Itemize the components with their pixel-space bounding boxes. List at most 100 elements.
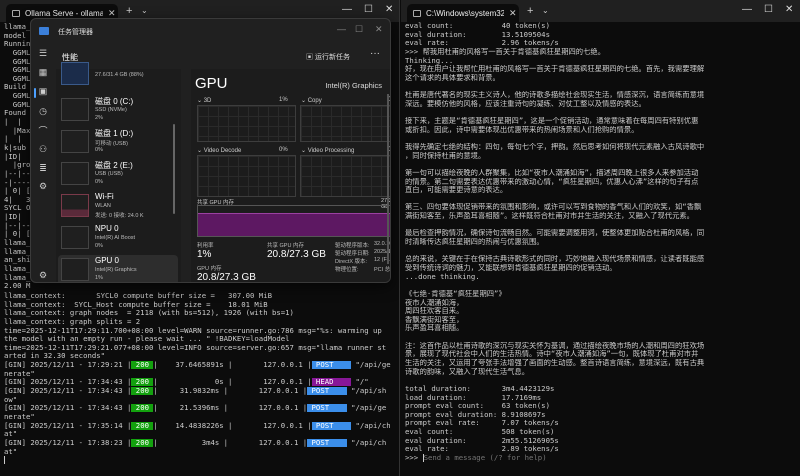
terminal-line: eval rate: 2.96 tokens/s [405, 39, 559, 48]
gin-prefix: [GIN] 2025/12/11 - 17:34:43 | [4, 404, 132, 413]
terminal-line: load duration: 17.7169ms [405, 393, 542, 402]
startup-apps-icon[interactable]: ⌒ [37, 124, 49, 137]
terminal-output-log: llama_context: SYCL0 compute buffer size… [4, 292, 396, 465]
window-title: 任务管理器 [58, 29, 93, 36]
terminal-line: 满街知客至，乐声盈耳喜相随”。这样既符合杜甫对市井生活的关注，又融入了现代元素。 [405, 212, 694, 221]
terminal-line: at" [4, 430, 18, 439]
device-item[interactable]: Wi-Fi WLAN 发送: 0 接收: 24.0 K [58, 191, 178, 221]
device-thumbnail [61, 194, 89, 217]
processes-icon[interactable]: ▦ [37, 67, 49, 78]
gin-log-line: [GIN] 2025/12/11 - 17:34:43 | 200 | 21.5… [4, 404, 396, 413]
device-thumbnail [61, 258, 89, 281]
more-options-button[interactable]: ··· [370, 48, 380, 59]
terminal-line: 好，现在用户让我帮忙用杜甫的风格写一首关于肯德基疯狂星期四的七绝。首先，我需要理… [405, 65, 705, 74]
graph-3d[interactable] [197, 105, 296, 142]
gin-log-line: [GIN] 2025/12/11 - 17:29:21 | 200 | 37.6… [4, 361, 396, 370]
graph-label-3d: ⌄ 3D [197, 98, 212, 104]
device-name: 磁盘 0 (C:) [95, 97, 134, 106]
terminal-line: at" [4, 447, 18, 456]
gin-latency: | 3m4s | 127.0.0.1 | [153, 438, 308, 447]
terminal-line: eval rate: 2.89 tokens/s [405, 445, 559, 454]
terminal-line: 诗歌的韵味，又融入了现代生活气息。 [405, 367, 530, 376]
device-name: 磁盘 1 (D:) [95, 129, 134, 138]
close-tab-icon[interactable]: ✕ [509, 8, 517, 19]
new-tab-button[interactable]: + [527, 5, 533, 17]
minimize-button[interactable]: — [742, 4, 752, 15]
terminal-line: 夜市人潮涌如海， [405, 298, 464, 307]
terminal-line: 生活的关注，又运用了夸张手法增强了画面的生动感。整首诗语言简练，意境深远，既有古… [405, 358, 705, 367]
device-item[interactable]: 磁盘 0 (C:) SSD (NVMe) 2% [58, 95, 178, 125]
graph-video-processing[interactable] [300, 155, 390, 197]
maximize-button[interactable]: ☐ [355, 24, 363, 35]
terminal-line: 总的来说，关键在于在保持古典诗歌形式的同时，巧妙地融入现代场景和情感，让读者既能… [405, 255, 705, 264]
method-badge: POST [307, 387, 347, 396]
close-button[interactable]: ✕ [385, 4, 393, 15]
close-button[interactable]: ✕ [785, 4, 793, 15]
terminal-icon [12, 9, 20, 17]
gin-path: "/api/ch [351, 421, 391, 430]
close-tab-icon[interactable]: ✕ [108, 8, 116, 19]
details-icon[interactable]: ≣ [37, 163, 49, 174]
terminal-line: arted in 32.30 seconds" [4, 352, 106, 361]
status-badge: 200 [131, 378, 154, 387]
terminal-line: 这个请求的具体要求和背景。 [405, 73, 500, 82]
device-thumbnail [61, 62, 89, 85]
minimize-button[interactable]: — [337, 24, 346, 34]
status-badge: 200 [131, 404, 154, 413]
terminal-line: 接下来，主题是“肯德基疯狂星期四”，这是一个促销活动，通常意味着在每周四有特别优… [405, 117, 699, 126]
gin-path: "/api/ch [346, 438, 387, 447]
terminal-line: 乐声盈耳喜相随。 [405, 324, 464, 333]
device-item[interactable]: 27.6/31.4 GB (88%) [58, 59, 178, 89]
maximize-button[interactable]: ☐ [364, 4, 373, 15]
device-item[interactable]: NPU 0 Intel(R) AI Boost 0% [58, 223, 178, 253]
terminal-line: nerate" [4, 369, 35, 378]
terminal-line: llama_context: SYCL_Host compute buffer … [4, 300, 268, 309]
maximize-button[interactable]: ☐ [764, 4, 773, 15]
menu-icon[interactable]: ☰ [37, 48, 49, 59]
terminal-line: total duration: 3m4.4423129s [405, 384, 555, 393]
tab-dropdown-button[interactable]: ⌄ [542, 6, 549, 15]
device-thumbnail [61, 162, 89, 185]
gin-prefix: [GIN] 2025/12/11 - 17:38:23 | [4, 438, 132, 447]
terminal-line: 深远。要模仿他的风格，应该注重诗句的凝练、对仗工整以及情感的表达。 [405, 99, 646, 108]
device-item[interactable]: 磁盘 1 (D:) 可移动 (USB) 0% [58, 127, 178, 157]
terminal-line: 我得先确定七绝的结构：四句，每句七个字，押韵。然后思考如何将现代元素融入古风诗歌… [405, 142, 705, 151]
info-value: PCI 总... [374, 267, 391, 273]
device-item[interactable]: GPU 0 Intel(R) Graphics 1% [58, 255, 178, 282]
services-icon[interactable]: ⚙ [37, 181, 49, 192]
pane-scrollbar[interactable] [387, 94, 389, 264]
device-value: 2% [95, 115, 103, 121]
tab-dropdown-button[interactable]: ⌄ [141, 6, 148, 15]
performance-icon[interactable]: ▣ [37, 86, 49, 97]
users-icon[interactable]: ⚇ [37, 144, 49, 155]
new-tab-button[interactable]: + [126, 5, 132, 17]
tab-cmd[interactable]: C:\Windows\system32\cmd.ex ✕ [407, 4, 519, 22]
input-line[interactable]: >>> Send a message (/? for help) [405, 454, 797, 463]
app-history-icon[interactable]: ◷ [37, 106, 49, 117]
close-button[interactable]: ✕ [375, 24, 383, 35]
minimize-button[interactable]: — [342, 4, 352, 15]
message-input-placeholder[interactable]: Send a message (/? for help) [424, 454, 547, 462]
device-item[interactable]: 磁盘 2 (E:) USB (USB) 0% [58, 159, 178, 189]
terminal-line: 受到传统诗词的魅力，又能联想到肯德基疯狂星期四的促销活动。 [405, 263, 617, 272]
shared-memory-fill [198, 213, 390, 236]
graph-copy[interactable] [300, 105, 390, 142]
run-new-task-button[interactable]: ▣ 运行新任务 [306, 52, 350, 62]
graph-video-decode[interactable] [197, 155, 296, 197]
gin-log-line: [GIN] 2025/12/11 - 17:34:43 | 200 | 0s |… [4, 378, 396, 387]
gin-prefix: [GIN] 2025/12/11 - 17:34:43 | [4, 378, 132, 387]
device-thumbnail [61, 130, 89, 153]
method-badge: POST [311, 361, 352, 370]
terminal-line: 时清晰传达疯狂星期四的热闹与优惠氛围。 [405, 238, 544, 247]
terminal-line: 周四狂欢客自来。 [405, 307, 464, 316]
status-badge: 200 [131, 438, 154, 447]
shared-memory-graph[interactable] [197, 205, 390, 237]
settings-icon[interactable]: ⚙ [37, 270, 49, 281]
device-thumbnail [61, 98, 89, 121]
